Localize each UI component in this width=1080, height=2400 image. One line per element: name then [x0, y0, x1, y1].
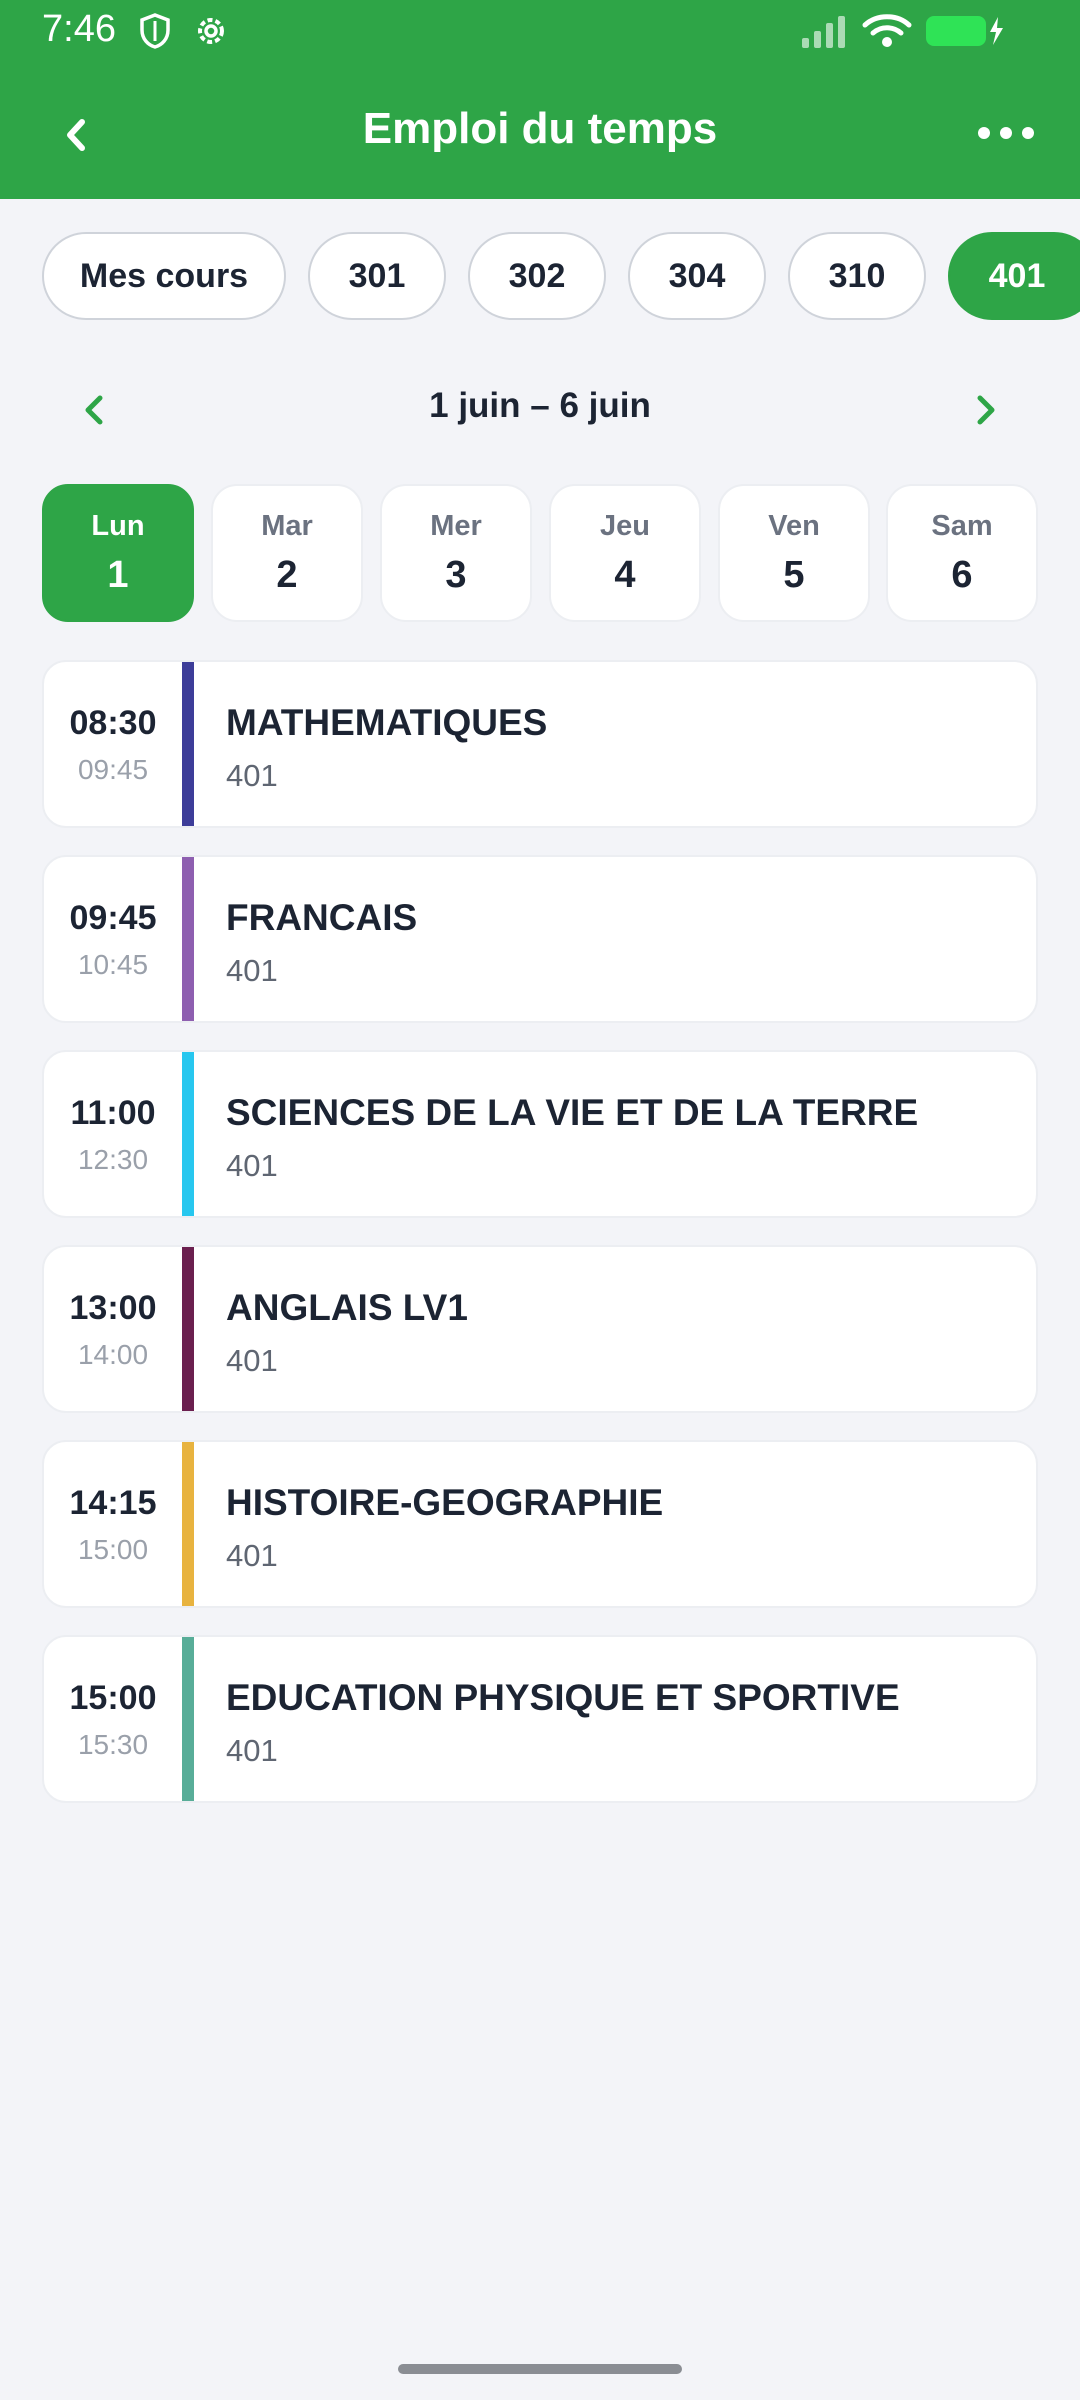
- lesson-subject: MATHEMATIQUES: [226, 702, 548, 743]
- day-chip-sam[interactable]: Sam 6: [886, 484, 1038, 622]
- day-name: Sam: [931, 510, 993, 542]
- day-chip-mar[interactable]: Mar 2: [211, 484, 363, 622]
- day-chip-jeu[interactable]: Jeu 4: [549, 484, 701, 622]
- day-number: 4: [614, 554, 636, 596]
- lesson-start-time: 09:45: [69, 899, 157, 937]
- signal-icon: [802, 16, 845, 48]
- lesson-start-time: 15:00: [69, 1679, 157, 1717]
- day-number: 1: [107, 554, 129, 596]
- lesson-room: 401: [226, 1538, 278, 1573]
- week-range-label: 1 juin – 6 juin: [429, 386, 651, 425]
- lesson-end-time: 09:45: [77, 754, 149, 785]
- battery-charging-icon: [926, 16, 1003, 46]
- shield-icon: [140, 13, 170, 49]
- lesson-start-time: 14:15: [69, 1484, 157, 1522]
- subject-color-bar: [182, 857, 194, 1021]
- day-number: 6: [951, 554, 973, 596]
- lesson-start-time: 08:30: [69, 704, 157, 742]
- week-navigator: 1 juin – 6 juin: [0, 380, 1080, 440]
- day-chip-mer[interactable]: Mer 3: [380, 484, 532, 622]
- subject-color-bar: [182, 1637, 194, 1801]
- lesson-subject: EDUCATION PHYSIQUE ET SPORTIVE: [226, 1677, 900, 1718]
- status-bar: 7:46: [0, 0, 1080, 62]
- lesson-room: 401: [226, 1343, 278, 1378]
- day-chip-lun[interactable]: Lun 1: [42, 484, 194, 622]
- subject-color-bar: [182, 1247, 194, 1411]
- day-name: Mar: [261, 510, 313, 542]
- lesson-card[interactable]: 13:00 14:00 ANGLAIS LV1 401: [42, 1245, 1038, 1413]
- lesson-end-time: 15:30: [77, 1729, 149, 1760]
- lesson-card[interactable]: 09:45 10:45 FRANCAIS 401: [42, 855, 1038, 1023]
- day-number: 3: [445, 554, 467, 596]
- lesson-end-time: 12:30: [77, 1144, 149, 1175]
- class-tab-401[interactable]: 401: [948, 232, 1080, 320]
- lesson-card[interactable]: 11:00 12:30 SCIENCES DE LA VIE ET DE LA …: [42, 1050, 1038, 1218]
- class-tab-301[interactable]: 301: [308, 232, 446, 320]
- subject-color-bar: [182, 1052, 194, 1216]
- class-tab-302[interactable]: 302: [468, 232, 606, 320]
- lesson-end-time: 10:45: [77, 949, 149, 980]
- class-tab-310[interactable]: 310: [788, 232, 926, 320]
- lesson-subject: SCIENCES DE LA VIE ET DE LA TERRE: [226, 1092, 919, 1133]
- lesson-subject: FRANCAIS: [226, 897, 418, 938]
- chevron-right-icon: [977, 395, 995, 425]
- class-filter-tabs: Mes cours 301 302 304 310 401: [0, 232, 1080, 322]
- lesson-room: 401: [226, 758, 278, 793]
- more-options-button[interactable]: [976, 118, 1036, 148]
- day-name: Ven: [768, 510, 820, 542]
- next-week-button[interactable]: [966, 390, 1006, 430]
- day-name: Mer: [430, 510, 482, 542]
- lesson-card[interactable]: 15:00 15:30 EDUCATION PHYSIQUE ET SPORTI…: [42, 1635, 1038, 1803]
- lesson-start-time: 11:00: [70, 1094, 156, 1132]
- status-time: 7:46: [42, 8, 116, 50]
- day-number: 5: [783, 554, 805, 596]
- more-horizontal-icon: [978, 127, 1034, 139]
- day-chip-ven[interactable]: Ven 5: [718, 484, 870, 622]
- lesson-subject: HISTOIRE-GEOGRAPHIE: [226, 1482, 664, 1523]
- lesson-card[interactable]: 14:15 15:00 HISTOIRE-GEOGRAPHIE 401: [42, 1440, 1038, 1608]
- lesson-subject: ANGLAIS LV1: [226, 1287, 468, 1328]
- subject-color-bar: [182, 662, 194, 826]
- subject-color-bar: [182, 1442, 194, 1606]
- lesson-room: 401: [226, 1733, 278, 1768]
- page-title: Emploi du temps: [362, 104, 718, 153]
- wifi-icon: [862, 14, 912, 47]
- lesson-card[interactable]: 08:30 09:45 MATHEMATIQUES 401: [42, 660, 1038, 828]
- class-tab-304[interactable]: 304: [628, 232, 766, 320]
- lesson-room: 401: [226, 953, 278, 988]
- class-tab-mes-cours[interactable]: Mes cours: [42, 232, 286, 320]
- app-header: 7:46 Emploi du temps: [0, 0, 1080, 199]
- lesson-start-time: 13:00: [69, 1289, 157, 1327]
- lesson-end-time: 14:00: [77, 1339, 149, 1370]
- gear-icon: [198, 18, 224, 44]
- day-number: 2: [276, 554, 298, 596]
- lesson-end-time: 15:00: [77, 1534, 149, 1565]
- lesson-room: 401: [226, 1148, 278, 1183]
- day-name: Jeu: [600, 510, 650, 542]
- day-name: Lun: [91, 510, 145, 542]
- home-indicator[interactable]: [398, 2364, 682, 2374]
